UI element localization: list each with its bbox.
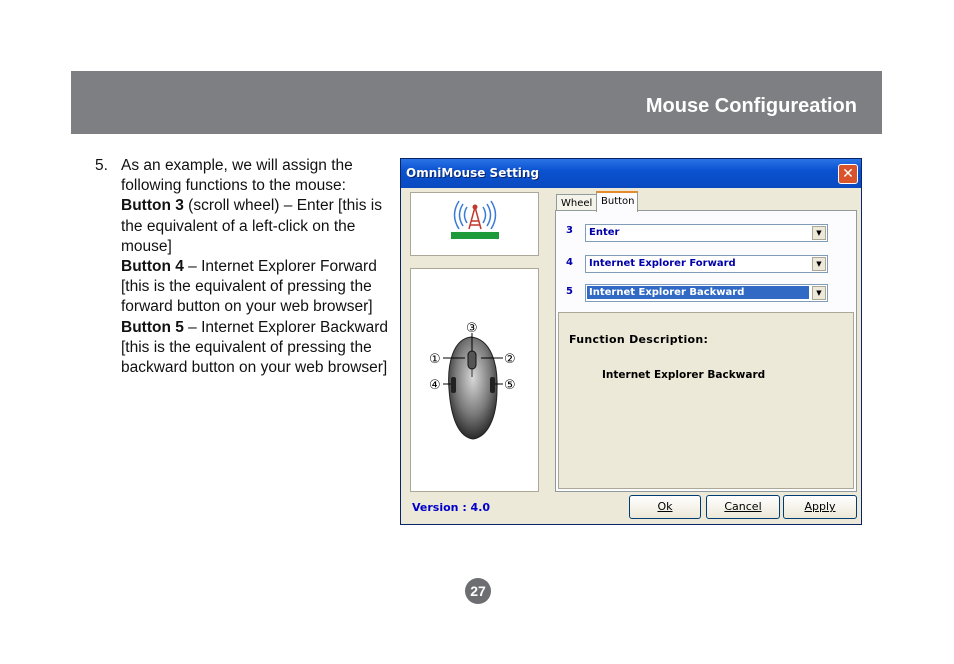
mouse-label-3: ③ (466, 321, 478, 336)
chevron-down-icon[interactable]: ▼ (812, 286, 826, 300)
omnimouse-logo-icon (451, 200, 499, 239)
tab-button[interactable]: Button (596, 191, 638, 212)
dialog-titlebar[interactable]: OmniMouse Setting ✕ (401, 159, 861, 188)
mouse-label-5: ⑤ (504, 378, 516, 393)
row-number-5: 5 (566, 286, 573, 297)
button3-value: Enter (589, 227, 620, 238)
mouse-icon: ③ ① ② ④ ⑤ (429, 321, 516, 440)
function-description-box: Function Description: Internet Explorer … (558, 312, 854, 489)
button4-label: Button 4 (121, 258, 184, 276)
mouse-label-2: ② (504, 352, 516, 367)
apply-button[interactable]: Apply (783, 495, 857, 519)
mouse-label-4: ④ (429, 378, 441, 393)
ok-button-label: Ok (657, 500, 673, 513)
button4-desc: Button 4 – Internet Explorer Forward [th… (121, 257, 396, 318)
cancel-button[interactable]: Cancel (706, 495, 780, 519)
button-tab-content: 3 Enter ▼ 4 Internet Explorer Forward ▼ … (555, 210, 857, 492)
function-description-label: Function Description: (569, 333, 709, 346)
button3-desc: Button 3 (scroll wheel) – Enter [this is… (121, 196, 396, 257)
step-body: As an example, we will assign the follow… (121, 156, 396, 378)
logo-panel (410, 192, 539, 256)
apply-button-label: Apply (804, 500, 836, 513)
ok-button[interactable]: Ok (629, 495, 701, 519)
button4-value: Internet Explorer Forward (589, 258, 736, 269)
button5-desc: Button 5 – Internet Explorer Backward [t… (121, 318, 396, 379)
mouse-diagram-panel: ③ ① ② ④ ⑤ (410, 268, 539, 492)
button5-select[interactable]: Internet Explorer Backward ▼ (585, 284, 828, 302)
button3-label: Button 3 (121, 197, 184, 215)
step-number: 5. (95, 157, 108, 174)
section-title: Mouse Configureation (645, 95, 857, 117)
dialog-title: OmniMouse Setting (406, 166, 540, 180)
button4-select[interactable]: Internet Explorer Forward ▼ (585, 255, 828, 273)
row-number-3: 3 (566, 225, 573, 236)
omnimouse-dialog: OmniMouse Setting ✕ ③ ① ② ④ ⑤ Version: … (400, 158, 862, 525)
close-button[interactable]: ✕ (838, 164, 858, 184)
version-label: Version : 4.0 (412, 501, 491, 514)
row-number-4: 4 (566, 257, 573, 268)
chevron-down-icon[interactable]: ▼ (812, 226, 826, 240)
button5-label: Button 5 (121, 318, 184, 336)
function-description-value: Internet Explorer Backward (602, 369, 766, 381)
step-intro: As an example, we will assign the follow… (121, 157, 353, 195)
section-header: Mouse Configureation (71, 71, 882, 134)
button5-value: Internet Explorer Backward (587, 286, 809, 299)
button3-select[interactable]: Enter ▼ (585, 224, 828, 242)
cancel-button-label: Cancel (724, 500, 762, 513)
page-number-badge: 27 (465, 578, 491, 604)
chevron-down-icon[interactable]: ▼ (812, 257, 826, 271)
mouse-label-1: ① (429, 352, 441, 367)
